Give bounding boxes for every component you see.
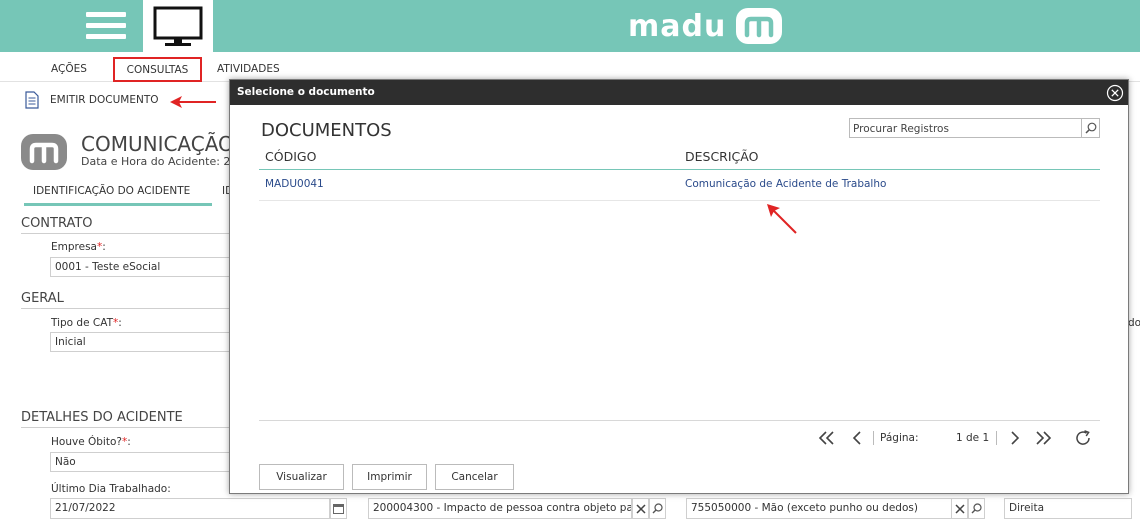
first-page-button[interactable] (816, 428, 838, 448)
empresa-field[interactable]: 0001 - Teste eSocial (50, 257, 230, 277)
search-icon (652, 503, 663, 514)
tipo-cat-field[interactable]: Inicial (50, 332, 230, 352)
visualizar-button[interactable]: Visualizar (259, 464, 344, 490)
close-icon[interactable] (1106, 84, 1124, 102)
section-divider (21, 427, 231, 428)
chevron-right-icon (1011, 431, 1020, 445)
search-box (849, 118, 1100, 138)
search-input[interactable] (853, 121, 1078, 136)
search-icon (1085, 122, 1097, 134)
pager: Página: 1 de 1 (810, 426, 1100, 450)
imprimir-button[interactable]: Imprimir (352, 464, 427, 490)
emitir-documento-button[interactable]: EMITIR DOCUMENTO (24, 91, 159, 109)
brand-logo-badge-icon (736, 8, 783, 44)
hamburger-menu-icon[interactable] (86, 10, 126, 42)
obito-label: Houve Óbito?*: (51, 436, 131, 448)
document-icon (25, 91, 39, 109)
double-chevron-left-icon (818, 431, 834, 445)
row-code: MADU0041 (265, 178, 324, 190)
column-header-codigo[interactable]: CÓDIGO (265, 149, 316, 164)
page-subtitle: Data e Hora do Acidente: 21 (81, 155, 238, 168)
refresh-icon (1076, 430, 1090, 445)
tipo-cat-label: Tipo de CAT*: (51, 317, 122, 329)
top-bar: madu (0, 0, 1140, 52)
monitor-tab[interactable] (143, 0, 213, 52)
section-contrato: CONTRATO (21, 216, 93, 231)
annotation-arrow-left-icon (170, 96, 216, 108)
monitor-icon (153, 6, 203, 46)
empresa-label: Empresa*: (51, 241, 106, 253)
agente-causador-field[interactable]: 200004300 - Impacto de pessoa contra obj… (368, 498, 632, 519)
dialog-title: Selecione o documento (237, 86, 375, 98)
clear-icon (635, 503, 646, 514)
select-document-dialog: Selecione o documento DOCUMENTOS CÓDIGO … (229, 79, 1129, 494)
section-geral: GERAL (21, 291, 64, 306)
annotation-arrow-diagonal-icon (767, 204, 797, 234)
section-divider (21, 233, 231, 234)
table-row[interactable]: MADU0041 Comunicação de Acidente de Trab… (259, 170, 1100, 201)
next-page-button[interactable] (1004, 428, 1026, 448)
page-avatar-icon (21, 134, 67, 170)
search-agente-button[interactable] (649, 498, 666, 519)
dialog-header: Selecione o documento (230, 80, 1128, 105)
field-label-partial: do (1128, 317, 1140, 329)
double-chevron-right-icon (1036, 431, 1052, 445)
calendar-icon (333, 504, 344, 514)
search-button[interactable] (1081, 119, 1100, 137)
page-label: Página: (880, 432, 919, 444)
lateralidade-field[interactable]: Direita (1004, 498, 1132, 519)
ultimo-dia-label: Último Dia Trabalhado: (51, 483, 171, 495)
previous-page-button[interactable] (846, 428, 868, 448)
pager-divider (259, 420, 1100, 421)
search-icon (971, 503, 982, 514)
brand-logo: madu (628, 8, 783, 44)
search-parte-button[interactable] (968, 498, 985, 519)
menu-consultas[interactable]: CONSULTAS (113, 57, 202, 82)
clear-agente-button[interactable] (632, 498, 649, 519)
tab-identificacao-acidente[interactable]: IDENTIFICAÇÃO DO ACIDENTE (24, 185, 212, 206)
menu-atividades[interactable]: ATIVIDADES (217, 63, 280, 75)
pager-separator (996, 431, 997, 445)
calendar-button[interactable] (330, 498, 347, 519)
clear-icon (954, 503, 965, 514)
menu-acoes[interactable]: AÇÕES (51, 63, 87, 75)
section-detalhes-acidente: DETALHES DO ACIDENTE (21, 410, 183, 425)
column-header-descricao[interactable]: DESCRIÇÃO (685, 149, 758, 164)
section-divider (21, 308, 231, 309)
page-indicator: 1 de 1 (956, 432, 990, 444)
last-page-button[interactable] (1032, 428, 1054, 448)
refresh-button[interactable] (1072, 428, 1094, 448)
pager-separator (873, 431, 874, 445)
row-description: Comunicação de Acidente de Trabalho (685, 178, 887, 190)
ultimo-dia-field[interactable]: 21/07/2022 (50, 498, 330, 519)
cancel-button[interactable]: Cancelar (435, 464, 514, 490)
chevron-left-icon (852, 431, 861, 445)
brand-logo-text: madu (628, 8, 727, 44)
parte-atingida-field[interactable]: 755050000 - Mão (exceto punho ou dedos) (686, 498, 952, 519)
clear-parte-button[interactable] (951, 498, 968, 519)
obito-field[interactable]: Não (50, 452, 230, 472)
emitir-documento-label: EMITIR DOCUMENTO (50, 94, 159, 106)
documents-heading: DOCUMENTOS (261, 120, 392, 141)
